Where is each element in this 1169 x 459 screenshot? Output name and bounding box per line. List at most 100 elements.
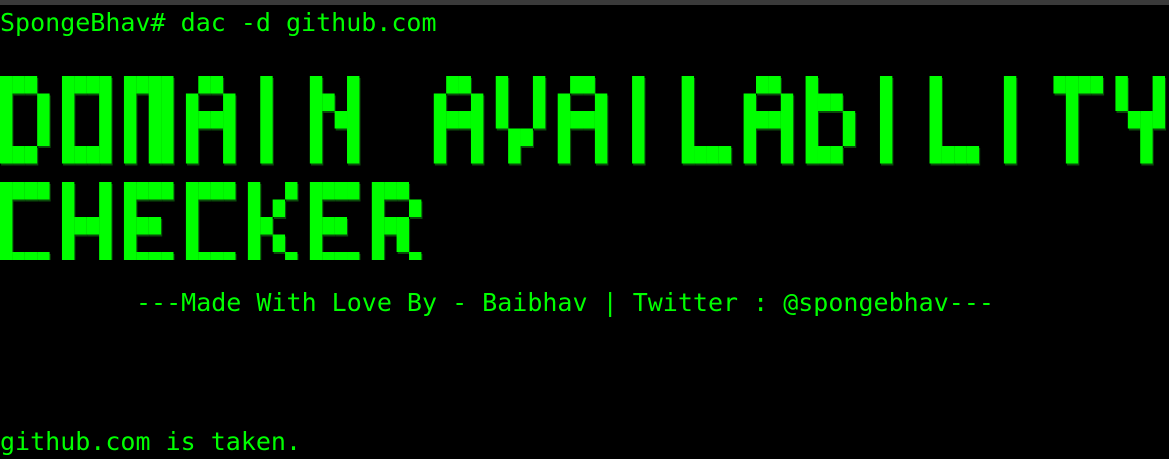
banner-pixel [185,128,199,146]
banner-pixel [247,182,261,200]
banner-pixel [347,111,360,129]
banner-pixel [0,128,13,146]
banner-pixel [223,111,236,129]
banner-pixel [185,93,199,111]
banner-pixel [86,76,100,94]
banner-pixel [756,76,769,94]
banner-pixel [532,93,546,111]
banner-pixel [74,146,87,164]
banner-pixel [1127,111,1141,129]
banner-pixel [37,93,50,111]
banner-pixel [223,128,236,146]
banner-pixel [210,76,224,94]
banner-pixel [260,217,273,235]
banner-pixel [322,217,335,235]
banner-pixel [1065,128,1079,146]
banner-pixel [99,93,112,111]
banner-pixel [185,217,199,235]
banner-pixel [61,146,75,164]
banner-pixel [136,182,149,200]
banner-pixel [743,93,757,111]
banner-pixel [384,217,397,235]
banner-pixel [433,146,447,164]
banner-pixel [285,182,298,200]
banner-pixel [309,146,323,164]
banner-pixel [371,252,385,260]
banner-pixel [1065,93,1079,111]
banner-pixel [1003,93,1017,111]
banner-pixel [508,128,521,146]
banner-pixel [929,76,942,94]
banner-pixel [0,76,13,94]
banner-pixel [161,93,174,111]
banner-pixel [37,252,50,260]
banner-pixel [309,217,323,235]
banner-pixel [433,128,447,146]
banner-pixel [408,199,422,217]
banner-pixel [408,252,422,260]
banner-pixel [161,252,174,260]
banner-pixel [260,76,273,94]
banner-pixel [1065,146,1079,164]
banner-pixel [136,217,149,235]
result-output: github.com is taken. [0,427,302,456]
banner-pixel [830,146,843,164]
banner-pixel [210,111,224,129]
banner-pixel [0,252,13,260]
banner-pixel [1140,146,1153,164]
banner-pixel [557,128,571,146]
banner-pixel [123,93,137,111]
banner-pixel [86,217,100,235]
banner-pixel [74,76,87,94]
banner-pixel [309,199,323,217]
banner-pixel [396,182,409,200]
banner-pixel [12,252,25,260]
banner-pixel [61,252,75,260]
banner-pixel [334,252,348,260]
banner-pixel [954,146,967,164]
banner-pixel [272,234,286,252]
banner-pixel [1065,111,1079,129]
banner-pixel [1115,93,1128,111]
banner-pixel [582,111,595,129]
banner-pixel [185,111,199,129]
banner-pixel [161,76,174,94]
banner-pixel [136,252,149,260]
banner-pixel [805,146,818,164]
banner-pixel [495,111,509,129]
banner-pixel [446,111,459,129]
banner-pixel [594,93,608,111]
banner-pixel [1152,111,1165,129]
banner-pixel [61,217,75,235]
banner-pixel [594,146,608,164]
banner-pixel [458,111,471,129]
banner-pixel [12,182,25,200]
banner-pixel [161,111,174,129]
banner-pixel [185,252,199,260]
banner-pixel [198,111,211,129]
banner-pixel [830,93,843,111]
banner-pixel [929,128,942,146]
banner-pixel [61,93,75,111]
banner-pixel [557,146,571,164]
banner-pixel [470,93,484,111]
banner-pixel [532,76,546,94]
banner-pixel [347,146,360,164]
banner-pixel [347,93,360,111]
banner-pixel [61,128,75,146]
banner-pixel [706,146,719,164]
ascii-art-banner [0,76,1167,260]
banner-pixel [941,146,955,164]
banner-pixel [61,76,75,94]
banner-pixel [123,252,137,260]
banner-pixel [780,111,794,129]
banner-pixel [756,111,769,129]
banner-pixel [148,93,162,111]
banner-pixel [470,111,484,129]
banner-pixel [74,217,87,235]
banner-pixel [1053,76,1066,94]
banner-pixel [61,199,75,217]
banner-pixel [37,111,50,129]
banner-pixel [210,182,224,200]
banner-pixel [37,128,50,146]
